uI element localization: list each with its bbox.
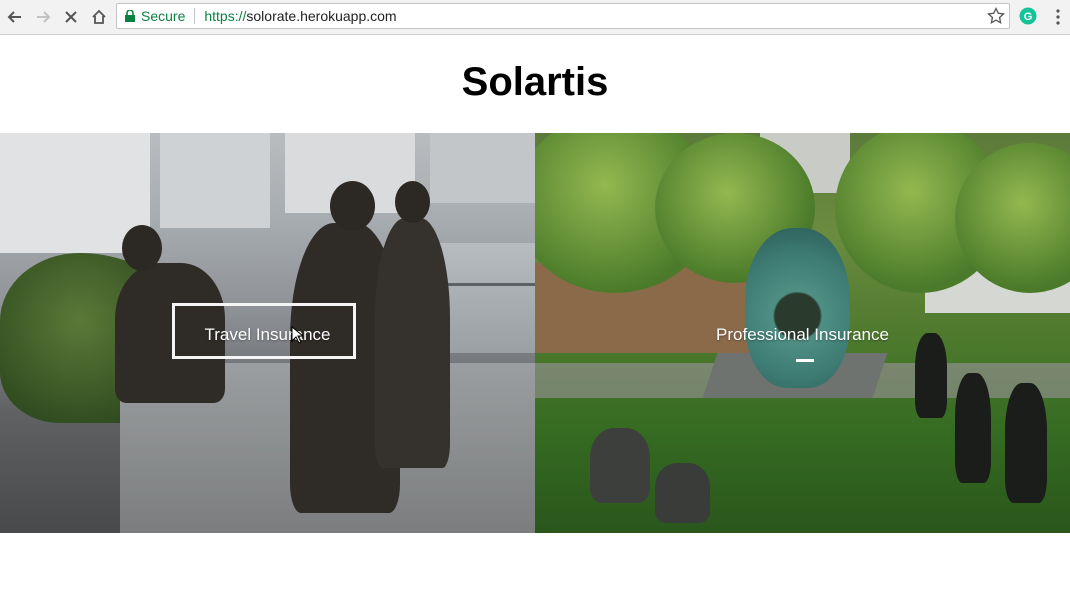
address-bar[interactable]: Secure https://solorate.herokuapp.com xyxy=(116,3,1010,29)
sculpture xyxy=(745,228,850,388)
url-host: solorate.herokuapp.com xyxy=(246,8,397,24)
child-silhouette xyxy=(915,333,947,418)
statue-head xyxy=(122,225,162,271)
url-scheme: https:// xyxy=(204,8,247,24)
address-separator xyxy=(194,8,196,24)
browser-toolbar: Secure https://solorate.herokuapp.com G xyxy=(0,0,1070,35)
secure-label: Secure xyxy=(141,8,186,24)
insurance-panels: Travel Insurance Professional Insurance xyxy=(0,133,1070,533)
site-title: Solartis xyxy=(461,60,609,104)
mouse-pointer-icon xyxy=(291,326,303,344)
background-building xyxy=(160,133,270,228)
lock-icon xyxy=(125,10,135,22)
kebab-menu-icon[interactable] xyxy=(1052,8,1064,26)
close-icon xyxy=(65,11,77,23)
star-icon[interactable] xyxy=(987,7,1005,25)
forward-button[interactable] xyxy=(30,4,56,30)
child-silhouette xyxy=(955,373,991,483)
child-silhouette xyxy=(1005,383,1047,503)
svg-text:G: G xyxy=(1024,11,1033,23)
travel-insurance-panel[interactable]: Travel Insurance xyxy=(0,133,535,533)
child-figure xyxy=(590,428,650,503)
forward-arrow-icon xyxy=(37,11,51,23)
professional-insurance-label[interactable]: Professional Insurance xyxy=(535,325,1070,345)
background-building xyxy=(430,133,535,203)
home-icon xyxy=(92,9,106,24)
statue-head xyxy=(395,181,430,223)
back-button[interactable] xyxy=(2,4,28,30)
stop-button[interactable] xyxy=(58,4,84,30)
professional-insurance-panel[interactable]: Professional Insurance xyxy=(535,133,1070,533)
label-underline xyxy=(796,359,814,362)
home-button[interactable] xyxy=(86,4,112,30)
child-figure xyxy=(655,463,710,523)
travel-insurance-label[interactable]: Travel Insurance xyxy=(0,325,535,345)
back-arrow-icon xyxy=(7,11,21,23)
grammarly-icon[interactable]: G xyxy=(1019,7,1037,25)
statue-head xyxy=(330,181,375,231)
